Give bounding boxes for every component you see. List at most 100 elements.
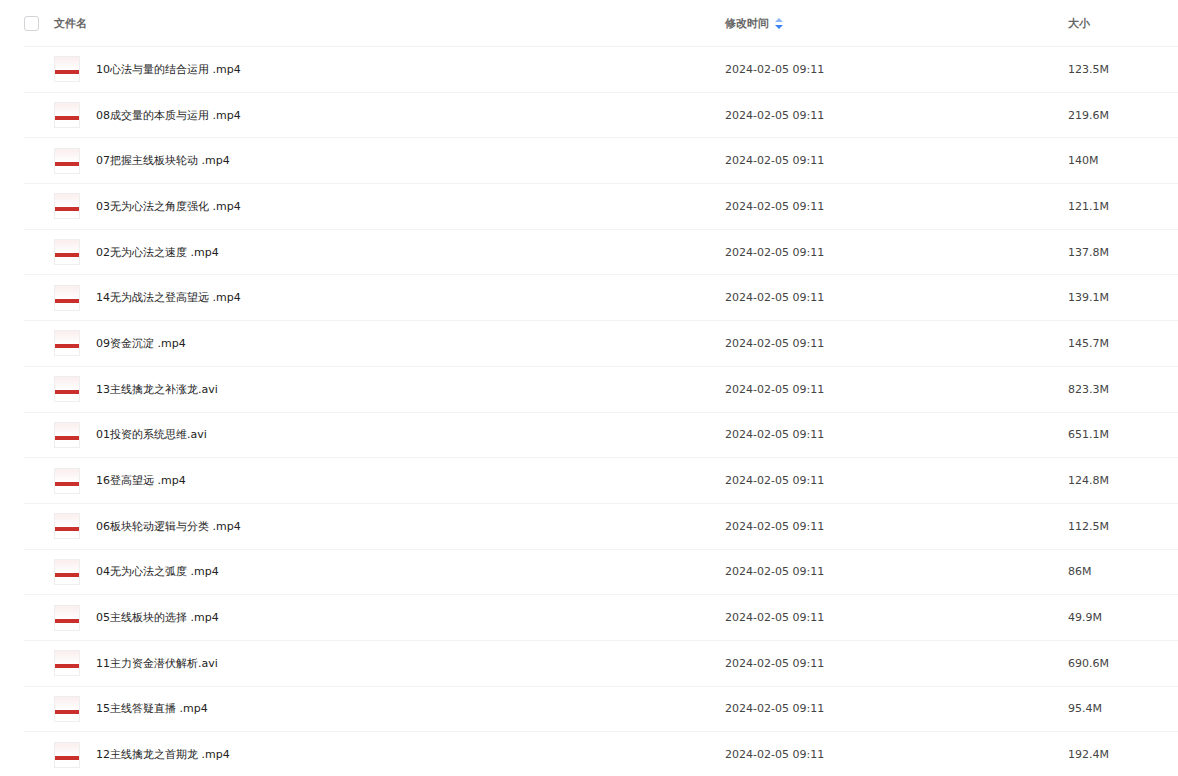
modified-time: 2024-02-05 09:11 — [725, 383, 1068, 396]
file-size: 690.6M — [1068, 657, 1178, 670]
select-all-checkbox[interactable] — [24, 16, 39, 31]
video-thumbnail — [54, 148, 80, 174]
modified-time: 2024-02-05 09:11 — [725, 702, 1068, 715]
file-name[interactable]: 16登高望远 .mp4 — [96, 473, 186, 488]
video-thumbnail — [54, 650, 80, 676]
file-size: 192.4M — [1068, 748, 1178, 761]
file-size: 123.5M — [1068, 63, 1178, 76]
table-row[interactable]: 14无为战法之登高望远 .mp4 2024-02-05 09:11139.1M — [24, 275, 1178, 321]
video-thumbnail — [54, 696, 80, 722]
video-thumbnail — [54, 102, 80, 128]
file-name[interactable]: 09资金沉淀 .mp4 — [96, 336, 186, 351]
video-thumbnail — [54, 742, 80, 768]
file-name[interactable]: 01投资的系统思维.avi — [96, 427, 207, 442]
video-thumbnail — [54, 285, 80, 311]
modified-time: 2024-02-05 09:11 — [725, 337, 1068, 350]
table-row[interactable]: 06板块轮动逻辑与分类 .mp4 2024-02-05 09:11112.5M — [24, 504, 1178, 550]
table-row[interactable]: 13主线擒龙之补涨龙.avi 2024-02-05 09:11823.3M — [24, 367, 1178, 413]
name-cell: 16登高望远 .mp4 — [54, 468, 725, 494]
video-thumbnail — [54, 605, 80, 631]
file-name[interactable]: 15主线答疑直播 .mp4 — [96, 701, 208, 716]
name-cell: 08成交量的本质与运用 .mp4 — [54, 102, 725, 128]
file-size: 823.3M — [1068, 383, 1178, 396]
video-thumbnail — [54, 468, 80, 494]
file-name[interactable]: 02无为心法之速度 .mp4 — [96, 245, 219, 260]
video-thumbnail — [54, 193, 80, 219]
name-cell: 05主线板块的选择 .mp4 — [54, 605, 725, 631]
table-row[interactable]: 12主线擒龙之首期龙 .mp4 2024-02-05 09:11192.4M — [24, 732, 1178, 776]
file-size: 124.8M — [1068, 474, 1178, 487]
table-row[interactable]: 15主线答疑直播 .mp4 2024-02-05 09:1195.4M — [24, 687, 1178, 733]
file-name[interactable]: 08成交量的本质与运用 .mp4 — [96, 108, 241, 123]
modified-time: 2024-02-05 09:11 — [725, 657, 1068, 670]
file-name[interactable]: 11主力资金潜伏解析.avi — [96, 656, 218, 671]
modified-time: 2024-02-05 09:11 — [725, 63, 1068, 76]
name-cell: 12主线擒龙之首期龙 .mp4 — [54, 742, 725, 768]
table-row[interactable]: 09资金沉淀 .mp4 2024-02-05 09:11145.7M — [24, 321, 1178, 367]
modified-time: 2024-02-05 09:11 — [725, 154, 1068, 167]
modified-time: 2024-02-05 09:11 — [725, 291, 1068, 304]
modified-time: 2024-02-05 09:11 — [725, 474, 1068, 487]
table-row[interactable]: 16登高望远 .mp4 2024-02-05 09:11124.8M — [24, 458, 1178, 504]
table-row[interactable]: 02无为心法之速度 .mp4 2024-02-05 09:11137.8M — [24, 230, 1178, 276]
file-name[interactable]: 06板块轮动逻辑与分类 .mp4 — [96, 519, 241, 534]
file-name[interactable]: 13主线擒龙之补涨龙.avi — [96, 382, 218, 397]
file-size: 86M — [1068, 565, 1178, 578]
table-row[interactable]: 10心法与量的结合运用 .mp4 2024-02-05 09:11123.5M — [24, 47, 1178, 93]
file-name[interactable]: 07把握主线板块轮动 .mp4 — [96, 153, 230, 168]
modified-time: 2024-02-05 09:11 — [725, 246, 1068, 259]
name-cell: 15主线答疑直播 .mp4 — [54, 696, 725, 722]
video-thumbnail — [54, 239, 80, 265]
modified-time: 2024-02-05 09:11 — [725, 520, 1068, 533]
table-row[interactable]: 01投资的系统思维.avi 2024-02-05 09:11651.1M — [24, 413, 1178, 459]
sort-icon[interactable] — [775, 18, 783, 29]
table-row[interactable]: 04无为心法之弧度 .mp42024-02-05 09:1186M — [24, 550, 1178, 596]
file-size: 137.8M — [1068, 246, 1178, 259]
column-header[interactable]: 大小 — [1068, 16, 1178, 31]
name-cell: 03无为心法之角度强化 .mp4 — [54, 193, 725, 219]
video-thumbnail — [54, 376, 80, 402]
file-size: 95.4M — [1068, 702, 1178, 715]
name-cell: 04无为心法之弧度 .mp4 — [54, 559, 725, 585]
file-name[interactable]: 10心法与量的结合运用 .mp4 — [96, 62, 241, 77]
file-size: 219.6M — [1068, 109, 1178, 122]
name-cell: 13主线擒龙之补涨龙.avi — [54, 376, 725, 402]
name-cell: 01投资的系统思维.avi — [54, 422, 725, 448]
file-size: 121.1M — [1068, 200, 1178, 213]
file-size: 140M — [1068, 154, 1178, 167]
table-row[interactable]: 11主力资金潜伏解析.avi 2024-02-05 09:11690.6M — [24, 641, 1178, 687]
name-cell: 09资金沉淀 .mp4 — [54, 330, 725, 356]
video-thumbnail — [54, 56, 80, 82]
modified-time: 2024-02-05 09:11 — [725, 200, 1068, 213]
file-size: 651.1M — [1068, 428, 1178, 441]
file-name[interactable]: 05主线板块的选择 .mp4 — [96, 610, 219, 625]
modified-time: 2024-02-05 09:11 — [725, 109, 1068, 122]
table-row[interactable]: 07把握主线板块轮动 .mp4 2024-02-05 09:11140M — [24, 138, 1178, 184]
table-row[interactable]: 08成交量的本质与运用 .mp4 2024-02-05 09:11219.6M — [24, 93, 1178, 139]
name-cell: 11主力资金潜伏解析.avi — [54, 650, 725, 676]
column-header[interactable]: 文件名 — [54, 16, 725, 31]
file-size: 112.5M — [1068, 520, 1178, 533]
file-size: 49.9M — [1068, 611, 1178, 624]
file-name[interactable]: 03无为心法之角度强化 .mp4 — [96, 199, 241, 214]
file-list: 文件名修改时间大小 10心法与量的结合运用 .mp4 2024-02-05 09:1… — [0, 0, 1178, 776]
video-thumbnail — [54, 513, 80, 539]
video-thumbnail — [54, 330, 80, 356]
file-name[interactable]: 12主线擒龙之首期龙 .mp4 — [96, 747, 230, 762]
modified-time: 2024-02-05 09:11 — [725, 748, 1068, 761]
name-cell: 07把握主线板块轮动 .mp4 — [54, 148, 725, 174]
file-size: 139.1M — [1068, 291, 1178, 304]
name-cell: 14无为战法之登高望远 .mp4 — [54, 285, 725, 311]
modified-time: 2024-02-05 09:11 — [725, 611, 1068, 624]
table-header: 文件名修改时间大小 — [24, 0, 1178, 47]
table-row[interactable]: 03无为心法之角度强化 .mp4 2024-02-05 09:11121.1M — [24, 184, 1178, 230]
video-thumbnail — [54, 559, 80, 585]
modified-time: 2024-02-05 09:11 — [725, 428, 1068, 441]
file-name[interactable]: 14无为战法之登高望远 .mp4 — [96, 290, 241, 305]
file-name[interactable]: 04无为心法之弧度 .mp4 — [96, 564, 219, 579]
file-size: 145.7M — [1068, 337, 1178, 350]
name-cell: 10心法与量的结合运用 .mp4 — [54, 56, 725, 82]
column-header[interactable]: 修改时间 — [725, 16, 1068, 31]
name-cell: 06板块轮动逻辑与分类 .mp4 — [54, 513, 725, 539]
table-row[interactable]: 05主线板块的选择 .mp4 2024-02-05 09:1149.9M — [24, 595, 1178, 641]
